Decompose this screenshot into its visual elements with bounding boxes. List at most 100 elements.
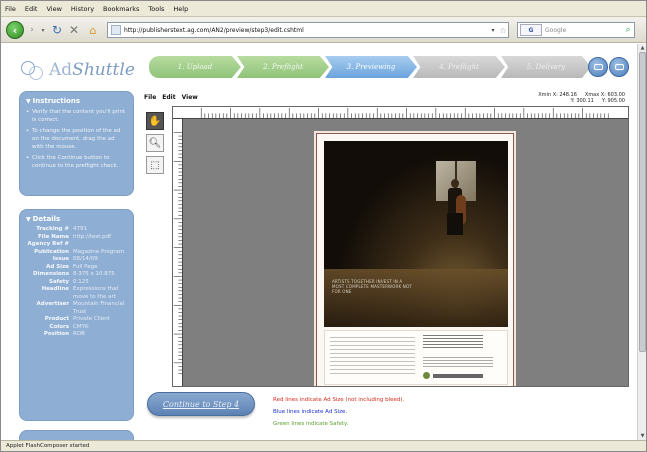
step-previewing[interactable]: 3. Previewing <box>325 56 417 78</box>
instructions-title[interactable]: ▼ Instructions <box>20 92 133 108</box>
navigation-toolbar: ‹ › ▾ ↻ ✕ ⌂ http://publisherstext.ag.com… <box>1 17 646 43</box>
search-go-icon[interactable]: ⌕ <box>622 25 634 35</box>
instruction-item: Click the Continue button to continue to… <box>26 154 127 170</box>
status-bar: Applet FlashComposer started <box>1 440 646 451</box>
search-engine-icon[interactable]: G <box>520 24 542 36</box>
address-bar[interactable]: http://publisherstext.ag.com/AN2/preview… <box>107 22 509 38</box>
stop-button[interactable]: ✕ <box>67 21 81 39</box>
scrollbar-thumb[interactable] <box>639 52 646 352</box>
editor-menu-file[interactable]: File <box>144 94 156 104</box>
legend-blue: Blue lines indicate Ad Size. <box>273 409 348 415</box>
detail-row: Dimensions 8.375 x 10.875 <box>33 271 115 277</box>
browser-window: File Edit View History Bookmarks Tools H… <box>0 0 647 452</box>
detail-row: Advertiser Mountain Financial Trust <box>36 301 125 315</box>
detail-row: Tracking #4791 <box>36 226 87 232</box>
account-circle-button[interactable] <box>609 57 629 77</box>
step-preflight-1[interactable]: 2. Preflight <box>237 56 329 78</box>
ad-advertiser-block <box>423 335 501 379</box>
collapse-triangle-icon: ▼ <box>26 98 31 105</box>
menu-edit[interactable]: Edit <box>25 5 38 13</box>
stop-icon: ✕ <box>68 23 80 37</box>
detail-row: Ad Size Full Page <box>46 263 98 270</box>
coordinate-readout: Xmin X: 248.16 Xmax X: 603.00 Y: 300.11 Y:… <box>538 92 625 104</box>
ad-headline-copy: ARTISTS TOGETHER INVEST IN A MOST COMPLE… <box>332 279 412 294</box>
ad-floor <box>324 269 508 327</box>
cellist-figure <box>444 179 466 235</box>
collapse-triangle-icon: ▼ <box>26 216 31 223</box>
bookmark-star-icon[interactable]: ☆ <box>498 26 508 35</box>
collapsed-panel[interactable] <box>19 430 134 440</box>
forward-arrow-icon: › <box>30 25 34 35</box>
ad-preview-editor: File Edit View Xmin X: 248.16 Xmax X: 603… <box>144 92 629 387</box>
details-panel: ▼ Details Tracking #4791 File Name http://… <box>19 209 134 421</box>
account-icon <box>615 64 624 70</box>
editor-menu-view[interactable]: View <box>182 94 198 104</box>
preview-canvas[interactable]: ARTISTS TOGETHER INVEST IN A MOST COMPLE… <box>172 106 629 387</box>
url-text[interactable]: http://publisherstext.ag.com/AN2/preview… <box>124 27 488 34</box>
vertical-ruler <box>173 119 183 386</box>
menu-history[interactable]: History <box>71 5 94 13</box>
hand-tool-button[interactable]: ✋ <box>146 112 164 130</box>
select-tool-button[interactable]: ⬚ <box>146 156 164 174</box>
home-icon: ⌂ <box>89 23 97 37</box>
adshuttle-logo[interactable]: AdShuttle <box>19 54 149 86</box>
reload-icon: ↻ <box>51 23 63 37</box>
detail-row: Publication Magazine Program <box>34 248 125 255</box>
scroll-down-icon[interactable]: ▼ <box>638 432 646 440</box>
ad-body-text <box>330 337 415 377</box>
editor-toolbox: ✋ 🔍︎ ⬚ <box>146 112 166 178</box>
zoom-tool-button[interactable]: 🔍︎ <box>146 134 164 152</box>
logo-circles-icon <box>19 57 47 83</box>
menu-view[interactable]: View <box>46 5 61 13</box>
help-circle-button[interactable] <box>588 57 608 77</box>
search-bar[interactable]: G Google ⌕ <box>517 22 635 38</box>
editor-menu-edit[interactable]: Edit <box>162 94 175 104</box>
menu-file[interactable]: File <box>5 5 16 13</box>
page-scrollbar[interactable]: ▲ ▼ <box>637 44 646 440</box>
home-button[interactable]: ⌂ <box>85 21 101 39</box>
reload-button[interactable]: ↻ <box>50 21 64 39</box>
browser-menubar: File Edit View History Bookmarks Tools H… <box>1 1 646 17</box>
details-title[interactable]: ▼ Details <box>20 210 133 226</box>
step-upload[interactable]: 1. Upload <box>149 56 241 78</box>
chevron-down-icon: ▾ <box>41 26 45 34</box>
forward-button[interactable]: › <box>25 21 39 39</box>
help-icon <box>594 64 603 70</box>
editor-menubar: File Edit View <box>144 94 204 104</box>
detail-row: Position ROB <box>43 331 85 337</box>
guide-legend: Red lines indicate Ad Size (not includin… <box>273 394 404 430</box>
menu-bookmarks[interactable]: Bookmarks <box>103 5 139 13</box>
instruction-item: Verify that the content you'll print is … <box>26 108 127 124</box>
ad-footer-block <box>324 330 508 385</box>
detail-row: Agency Ref # <box>27 241 69 247</box>
url-dropdown-icon[interactable]: ▾ <box>488 27 498 34</box>
hand-icon: ✋ <box>148 115 162 127</box>
page-content: AdShuttle 1. Upload 2. Preflight 3. Prev… <box>1 44 637 440</box>
magnifier-icon: 🔍︎ <box>148 137 162 149</box>
instructions-panel: ▼Instructions Verify that the content yo… <box>19 91 134 196</box>
history-dropdown-button[interactable]: ▾ <box>39 21 47 39</box>
step-delivery: 5. Delivery <box>501 56 591 78</box>
step-wizard: 1. Upload 2. Preflight 3. Previewing 4. … <box>149 56 591 78</box>
menu-help[interactable]: Help <box>173 5 188 13</box>
detail-row: Colors CMYK <box>49 323 89 330</box>
legend-red: Red lines indicate Ad Size (not includin… <box>273 397 405 403</box>
detail-row: File Name http://test.pdf <box>38 233 112 240</box>
page-favicon-icon <box>111 25 121 35</box>
ad-page[interactable]: ARTISTS TOGETHER INVEST IN A MOST COMPLE… <box>316 133 514 386</box>
selection-icon: ⬚ <box>150 159 160 171</box>
back-arrow-icon: ‹ <box>12 23 18 37</box>
scroll-up-icon[interactable]: ▲ <box>638 44 646 52</box>
instruction-item: To change the position of the ad on the … <box>26 127 127 151</box>
continue-button[interactable]: Continue to Step 4 <box>147 392 255 416</box>
search-input[interactable]: Google <box>542 27 622 34</box>
ad-photo-cellist: ARTISTS TOGETHER INVEST IN A MOST COMPLE… <box>324 141 508 327</box>
back-button[interactable]: ‹ <box>6 21 24 39</box>
legend-green: Green lines indicate Safety. <box>273 421 349 427</box>
advertiser-logo-icon <box>423 372 430 379</box>
detail-row: Safety 0.125 <box>48 278 89 285</box>
logo-text: AdShuttle <box>49 60 135 80</box>
menu-tools[interactable]: Tools <box>148 5 164 13</box>
detail-row: Headline Expressions that move to the art <box>41 286 119 300</box>
detail-row: Product Private Client <box>44 316 110 322</box>
